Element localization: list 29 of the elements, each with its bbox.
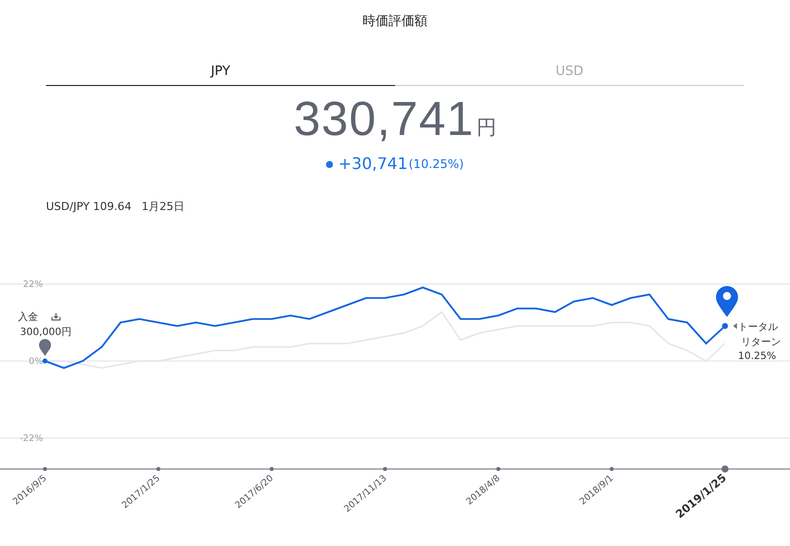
x-tick-dot	[383, 466, 387, 470]
x-tick-dot	[270, 466, 274, 470]
rate-date: 1月25日	[142, 199, 185, 215]
x-tick-dot	[722, 465, 728, 472]
x-tick-dot	[610, 466, 614, 470]
y-tick-label: 0%	[28, 356, 43, 366]
total-return-label: リターン	[741, 336, 781, 348]
x-tick-dot	[496, 466, 500, 470]
deposit-label: 入金	[18, 312, 38, 322]
valuation-amount: 330,741	[294, 96, 474, 144]
x-tick-dot	[156, 466, 160, 470]
map-pin-icon	[716, 286, 738, 316]
end-dot	[722, 322, 728, 328]
currency-tab[interactable]: JPY	[46, 62, 395, 86]
x-tick-dot	[43, 466, 47, 470]
page-title: 時価評価額	[362, 13, 428, 31]
change-percent: (10.25%)	[408, 156, 464, 173]
total-return-value: 10.25%	[738, 350, 776, 362]
currency-unit: 円	[476, 114, 496, 141]
pointer-icon	[733, 322, 737, 328]
y-tick-label: 22%	[22, 280, 43, 290]
map-pin-icon	[39, 338, 51, 356]
start-dot	[42, 358, 48, 363]
total-return-label: トータル	[738, 322, 778, 332]
download-icon	[52, 312, 60, 320]
exchange-rate: USD/JPY 109.64	[46, 199, 132, 215]
change-amount: +30,741	[338, 153, 408, 175]
y-tick-label: -22%	[20, 434, 43, 444]
deposit-amount: 300,000円	[20, 326, 72, 338]
